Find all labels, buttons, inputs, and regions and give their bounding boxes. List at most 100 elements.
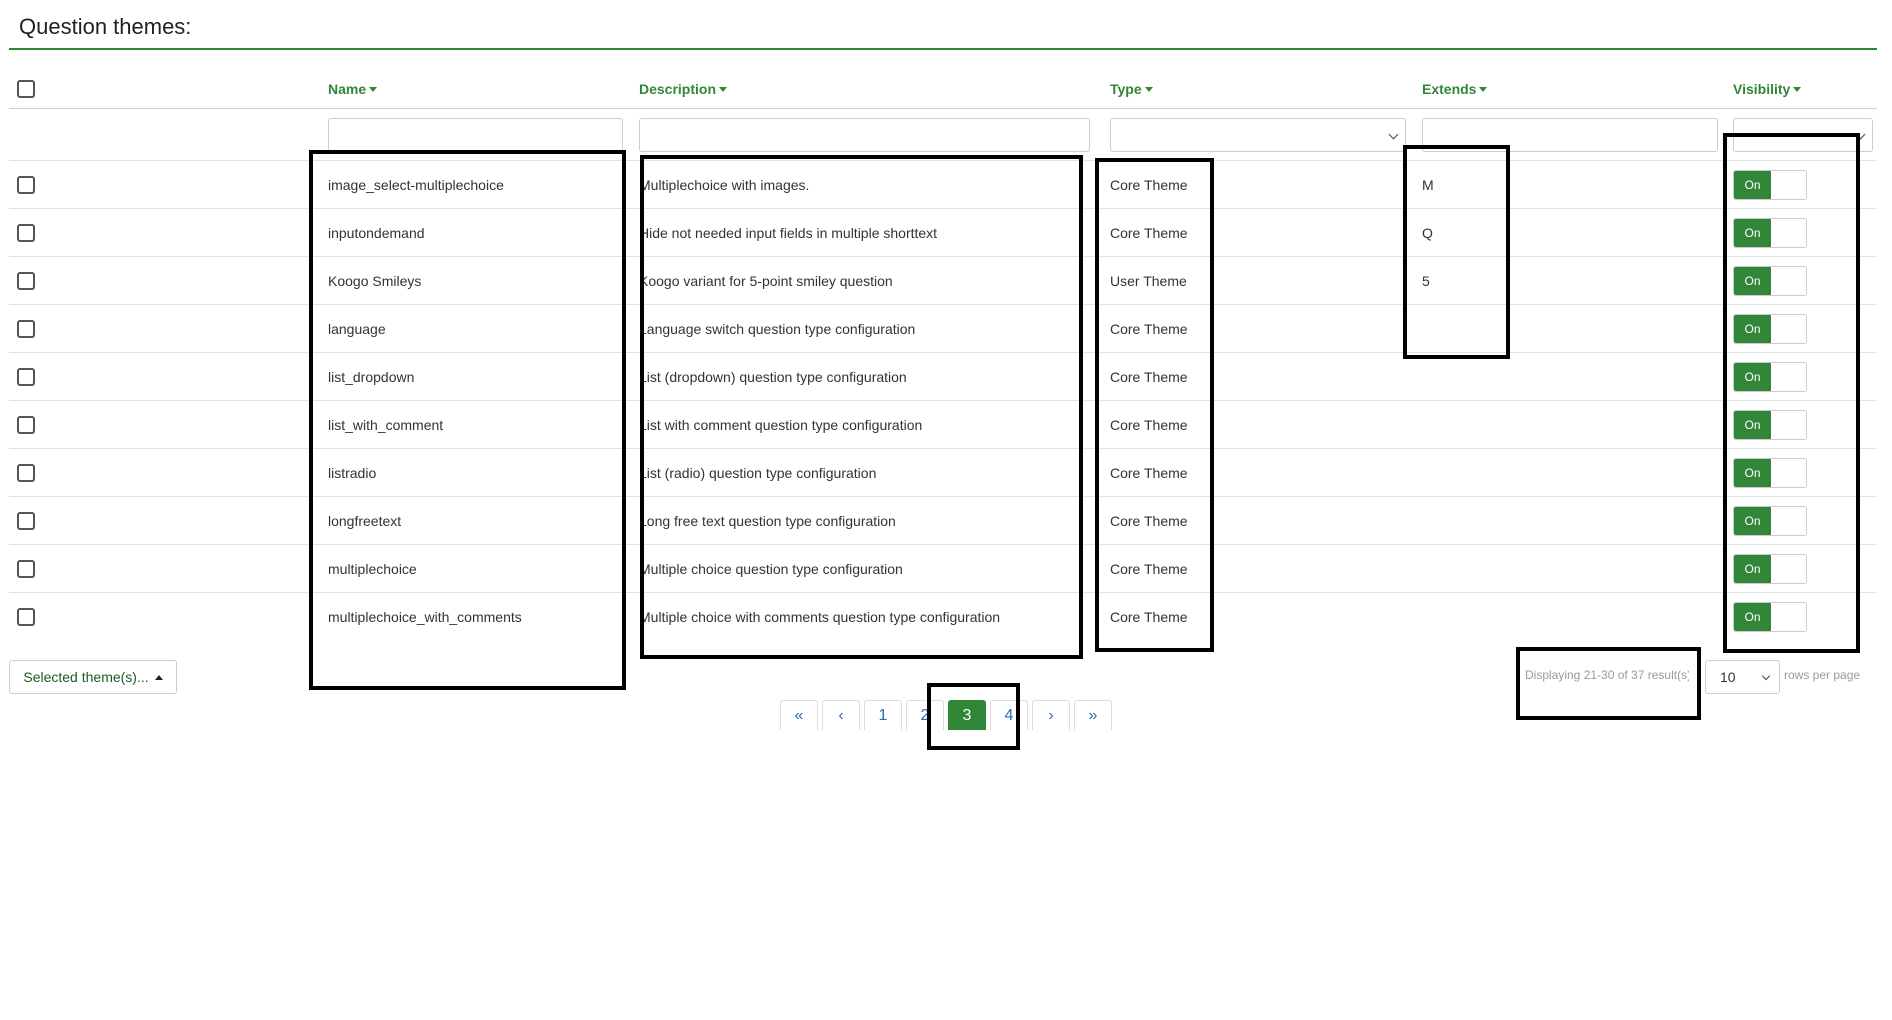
row-type: Core Theme xyxy=(1110,416,1188,433)
table-row[interactable]: inputondemand Hide not needed input fiel… xyxy=(9,209,1877,257)
filter-row xyxy=(9,109,1877,161)
visibility-toggle[interactable]: On xyxy=(1733,217,1807,248)
page-prev-button[interactable]: ‹ xyxy=(822,700,860,730)
table-row[interactable]: multiplechoice_with_comments Multiple ch… xyxy=(9,593,1877,641)
row-select[interactable] xyxy=(17,497,41,544)
page-next-button[interactable]: › xyxy=(1032,700,1070,730)
row-checkbox[interactable] xyxy=(17,511,35,530)
toggle-handle[interactable] xyxy=(1771,506,1806,535)
filter-name-input[interactable] xyxy=(328,117,623,152)
page-3-button[interactable]: 3 xyxy=(948,700,986,730)
visibility-toggle[interactable]: On xyxy=(1733,457,1807,488)
toggle-on-label: On xyxy=(1734,458,1771,487)
sort-name[interactable]: Name xyxy=(328,81,378,97)
sort-extends[interactable]: Extends xyxy=(1422,81,1488,97)
select-all-checkbox[interactable] xyxy=(17,80,35,98)
sort-description[interactable]: Description xyxy=(639,81,728,97)
header-name[interactable]: Name xyxy=(328,70,628,108)
header-visibility[interactable]: Visibility xyxy=(1733,70,1873,108)
filter-extends-input[interactable] xyxy=(1422,117,1718,152)
row-checkbox[interactable] xyxy=(17,319,35,338)
toggle-handle[interactable] xyxy=(1771,266,1806,295)
row-select[interactable] xyxy=(17,305,41,352)
table-row[interactable]: longfreetext Long free text question typ… xyxy=(9,497,1877,545)
row-checkbox[interactable] xyxy=(17,559,35,578)
row-description: Multiple choice with comments question t… xyxy=(639,609,1001,625)
visibility-toggle[interactable]: On xyxy=(1733,553,1807,584)
row-name: language xyxy=(328,320,386,337)
sort-caret-icon xyxy=(719,86,728,92)
header-description[interactable]: Description xyxy=(639,70,1079,108)
page-first-button[interactable]: « xyxy=(780,700,818,730)
row-extends xyxy=(1422,401,1622,448)
row-name: multiplechoice_with_comments xyxy=(328,609,522,625)
row-select[interactable] xyxy=(17,161,41,208)
row-select[interactable] xyxy=(17,353,41,400)
row-checkbox[interactable] xyxy=(17,415,35,434)
filter-type-select[interactable] xyxy=(1110,117,1406,152)
row-checkbox[interactable] xyxy=(17,271,35,290)
toggle-handle[interactable] xyxy=(1771,603,1806,631)
toggle-handle[interactable] xyxy=(1771,554,1806,583)
visibility-toggle[interactable]: On xyxy=(1733,265,1807,296)
table-row[interactable]: listradio List (radio) question type con… xyxy=(9,449,1877,497)
row-checkbox[interactable] xyxy=(17,608,35,626)
row-checkbox[interactable] xyxy=(17,367,35,386)
visibility-toggle[interactable]: On xyxy=(1733,602,1807,632)
toggle-handle[interactable] xyxy=(1771,410,1806,439)
row-select[interactable] xyxy=(17,545,41,592)
sort-type[interactable]: Type xyxy=(1110,81,1153,97)
row-select[interactable] xyxy=(17,401,41,448)
row-visibility: On xyxy=(1733,593,1873,641)
page-last-button[interactable]: » xyxy=(1074,700,1112,730)
row-select[interactable] xyxy=(17,449,41,496)
header-visibility-label: Visibility xyxy=(1733,81,1791,97)
row-select[interactable] xyxy=(17,209,41,256)
selected-themes-button[interactable]: Selected theme(s)... xyxy=(9,660,177,694)
selected-themes-label: Selected theme(s)... xyxy=(23,669,149,685)
page-4-button[interactable]: 4 xyxy=(990,700,1028,730)
row-name: image_select-multiplechoice xyxy=(328,176,504,193)
toggle-on-label: On xyxy=(1734,554,1771,583)
table-row[interactable]: list_with_comment List with comment ques… xyxy=(9,401,1877,449)
toggle-on-label: On xyxy=(1734,218,1771,247)
toggle-handle[interactable] xyxy=(1771,362,1806,391)
row-checkbox[interactable] xyxy=(17,223,35,242)
header-type[interactable]: Type xyxy=(1110,70,1310,108)
table-row[interactable]: multiplechoice Multiple choice question … xyxy=(9,545,1877,593)
visibility-toggle[interactable]: On xyxy=(1733,361,1807,392)
toggle-handle[interactable] xyxy=(1771,314,1806,343)
row-checkbox[interactable] xyxy=(17,463,35,482)
sort-visibility[interactable]: Visibility xyxy=(1733,81,1802,97)
page-2-button[interactable]: 2 xyxy=(906,700,944,730)
toggle-on-label: On xyxy=(1734,506,1771,535)
row-select[interactable] xyxy=(17,257,41,304)
filter-visibility-select[interactable] xyxy=(1733,117,1873,152)
visibility-toggle[interactable]: On xyxy=(1733,505,1807,536)
table-row[interactable]: Koogo Smileys Koogo variant for 5-point … xyxy=(9,257,1877,305)
rows-per-page-select[interactable]: 10 xyxy=(1705,660,1780,694)
filter-description-input[interactable] xyxy=(639,117,1090,152)
visibility-toggle[interactable]: On xyxy=(1733,169,1807,200)
row-select[interactable] xyxy=(17,593,41,641)
header-extends[interactable]: Extends xyxy=(1422,70,1622,108)
visibility-toggle[interactable]: On xyxy=(1733,409,1807,440)
row-name: list_with_comment xyxy=(328,416,444,433)
page-1-button[interactable]: 1 xyxy=(864,700,902,730)
row-description: List (radio) question type configuration xyxy=(639,464,877,481)
chevron-down-icon xyxy=(1388,129,1399,139)
row-checkbox[interactable] xyxy=(17,175,35,194)
toggle-handle[interactable] xyxy=(1771,458,1806,487)
row-type: Core Theme xyxy=(1110,224,1188,241)
toggle-handle[interactable] xyxy=(1771,170,1806,199)
row-visibility: On xyxy=(1733,545,1873,592)
toggle-handle[interactable] xyxy=(1771,218,1806,247)
row-type: User Theme xyxy=(1110,272,1187,289)
row-name: inputondemand xyxy=(328,224,425,241)
table-row[interactable]: list_dropdown List (dropdown) question t… xyxy=(9,353,1877,401)
header-select-all[interactable] xyxy=(17,70,41,108)
table-row[interactable]: language Language switch question type c… xyxy=(9,305,1877,353)
row-description: Hide not needed input fields in multiple… xyxy=(639,224,938,241)
visibility-toggle[interactable]: On xyxy=(1733,313,1807,344)
table-row[interactable]: image_select-multiplechoice Multiplechoi… xyxy=(9,161,1877,209)
